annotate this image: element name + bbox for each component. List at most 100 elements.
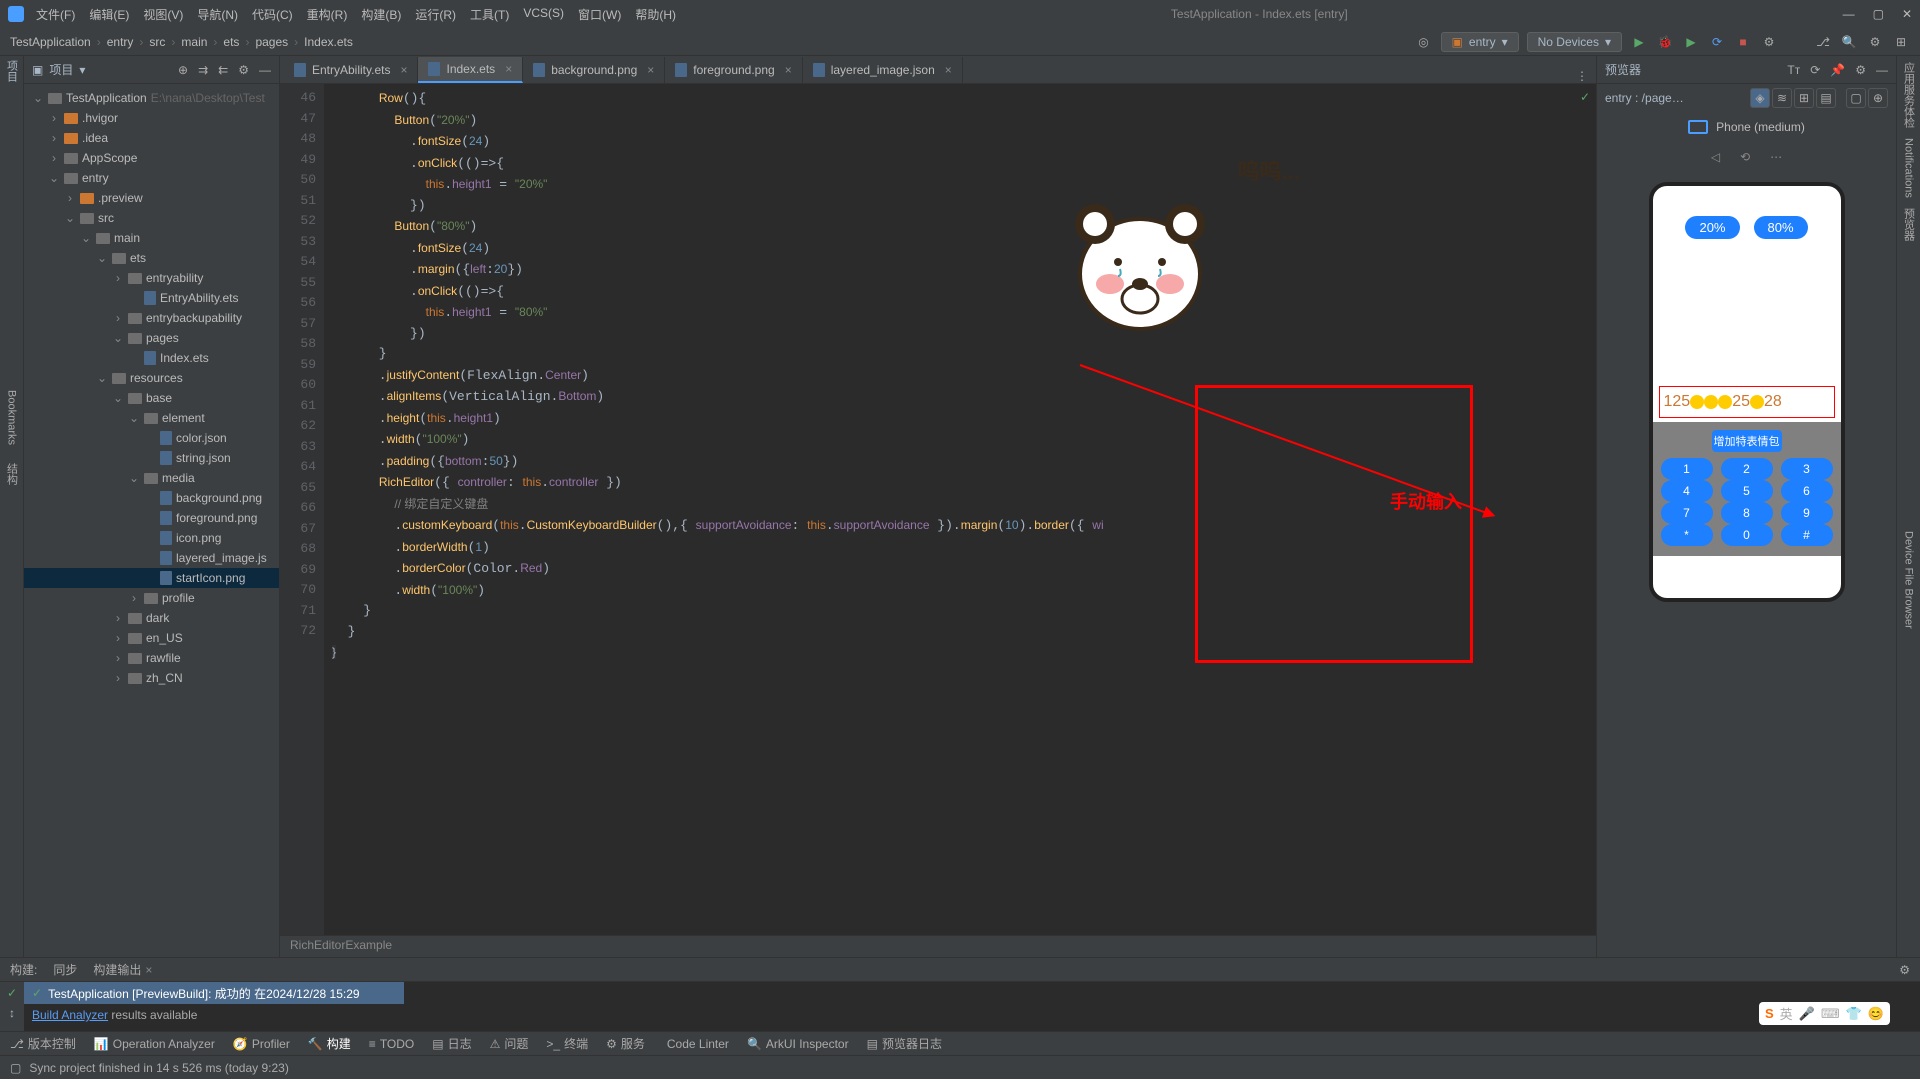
tree-row[interactable]: foreground.png [24, 508, 279, 528]
text-icon[interactable]: Tт [1787, 63, 1800, 77]
tree-row[interactable]: ⌄main [24, 228, 279, 248]
attach-icon[interactable]: ⟳ [1708, 33, 1726, 51]
back-icon[interactable]: ◁ [1711, 150, 1720, 164]
stop-icon[interactable]: ■ [1734, 33, 1752, 51]
build-analyzer-link[interactable]: Build Analyzer [32, 1008, 108, 1022]
menu-item[interactable]: 运行(R) [415, 6, 456, 23]
tree-row[interactable]: ⌄resources [24, 368, 279, 388]
kb-key[interactable]: 4 [1661, 480, 1713, 502]
tree-row[interactable]: icon.png [24, 528, 279, 548]
mode-2-icon[interactable]: ≋ [1772, 88, 1792, 108]
tree-row[interactable]: background.png [24, 488, 279, 508]
editor-tab[interactable]: layered_image.json× [803, 57, 963, 83]
menu-item[interactable]: 导航(N) [197, 6, 238, 23]
target-icon[interactable]: ◎ [1415, 33, 1433, 51]
tree-row[interactable]: ›.hvigor [24, 108, 279, 128]
menu-item[interactable]: 窗口(W) [578, 6, 621, 23]
mode-4-icon[interactable]: ▤ [1816, 88, 1836, 108]
pin-icon[interactable]: 📌 [1830, 63, 1845, 77]
bottom-tool-item[interactable]: 🧭Profiler [233, 1037, 290, 1051]
settings-icon[interactable]: ⚙ [1866, 33, 1884, 51]
tree-row[interactable]: ›zh_CN [24, 668, 279, 688]
tree-row[interactable]: ›entryability [24, 268, 279, 288]
mode-1-icon[interactable]: ◈ [1750, 88, 1770, 108]
kb-key[interactable]: 8 [1721, 502, 1773, 524]
crumb-item[interactable]: TestApplication [10, 35, 91, 49]
hide-icon[interactable]: — [1876, 63, 1888, 77]
tree-row[interactable]: ›AppScope [24, 148, 279, 168]
menu-item[interactable]: 帮助(H) [635, 6, 676, 23]
project-tool-icon[interactable]: 项目 [4, 60, 20, 82]
menu-item[interactable]: 构建(B) [361, 6, 401, 23]
tree-row[interactable]: ⌄element [24, 408, 279, 428]
bottom-tool-item[interactable]: >_终端 [546, 1035, 588, 1052]
rotate-icon[interactable]: ⟲ [1740, 150, 1750, 164]
build-tab[interactable]: 构建: [10, 961, 37, 978]
menu-item[interactable]: VCS(S) [523, 6, 564, 23]
run-config-dropdown[interactable]: ▣entry▾ [1441, 32, 1519, 52]
tab-close-icon[interactable]: × [647, 63, 654, 77]
kb-key[interactable]: 2 [1721, 458, 1773, 480]
code-breadcrumb[interactable]: RichEditorExample [280, 935, 1596, 957]
minimize-icon[interactable]: — [1843, 7, 1855, 21]
tree-row[interactable]: startIcon.png [24, 568, 279, 588]
tree-row[interactable]: layered_image.js [24, 548, 279, 568]
debug-icon[interactable]: 🐞 [1656, 33, 1674, 51]
build-gear-icon[interactable]: ⚙ [1899, 963, 1910, 977]
tree-row[interactable]: ›rawfile [24, 648, 279, 668]
menu-item[interactable]: 文件(F) [36, 6, 75, 23]
tree-row[interactable]: ›entrybackupability [24, 308, 279, 328]
kb-key[interactable]: # [1781, 524, 1833, 546]
run-icon[interactable]: ▶ [1630, 33, 1648, 51]
ime-indicator[interactable]: S 英🎤⌨👕😊 [1759, 1002, 1890, 1025]
inspection-ok-icon[interactable]: ✓ [1580, 90, 1590, 104]
kb-key[interactable]: 7 [1661, 502, 1713, 524]
editor-tab[interactable]: EntryAbility.ets× [284, 57, 418, 83]
bottom-tool-item[interactable]: ⚠问题 [490, 1035, 529, 1052]
crumb-item[interactable]: main [181, 35, 207, 49]
kb-key[interactable]: 3 [1781, 458, 1833, 480]
assistant-tool[interactable]: 应用服务体检 [1901, 62, 1917, 128]
tree-row[interactable]: Index.ets [24, 348, 279, 368]
tree-row[interactable]: ›.preview [24, 188, 279, 208]
close-icon[interactable]: ✕ [1902, 7, 1912, 21]
bottom-tool-item[interactable]: ▤日志 [432, 1035, 471, 1052]
tree-row[interactable]: ›.idea [24, 128, 279, 148]
menu-item[interactable]: 编辑(E) [89, 6, 129, 23]
sync-tab[interactable]: 同步 [53, 961, 77, 978]
tree-row[interactable]: ⌄media [24, 468, 279, 488]
tree-row[interactable]: ⌄TestApplicationE:\nana\Desktop\Test [24, 88, 279, 108]
crumb-item[interactable]: src [149, 35, 165, 49]
git-icon[interactable]: ⎇ [1814, 33, 1832, 51]
editor-tab[interactable]: background.png× [523, 57, 665, 83]
menu-item[interactable]: 工具(T) [470, 6, 509, 23]
tree-row[interactable]: ⌄base [24, 388, 279, 408]
kb-key[interactable]: * [1661, 524, 1713, 546]
menu-item[interactable]: 视图(V) [143, 6, 183, 23]
tree-row[interactable]: ›profile [24, 588, 279, 608]
hide-icon[interactable]: — [259, 63, 271, 77]
expand-icon[interactable]: ⇉ [198, 63, 208, 77]
tree-row[interactable]: string.json [24, 448, 279, 468]
build-output-tab[interactable]: 构建输出× [93, 961, 152, 978]
maximize-icon[interactable]: ▢ [1873, 7, 1884, 21]
mode-3-icon[interactable]: ⊞ [1794, 88, 1814, 108]
zoom-icon[interactable]: ⊕ [1868, 88, 1888, 108]
structure-tool[interactable]: 结构 [4, 463, 20, 485]
kb-key[interactable]: 5 [1721, 480, 1773, 502]
tree-row[interactable]: ›en_US [24, 628, 279, 648]
profiler-icon[interactable]: ⊞ [1892, 33, 1910, 51]
search-icon[interactable]: 🔍 [1840, 33, 1858, 51]
collapse-icon[interactable]: ⇇ [218, 63, 228, 77]
kb-key[interactable]: 9 [1781, 502, 1833, 524]
phone-rich-editor[interactable]: 1252528 [1659, 386, 1835, 418]
device-browser-tool[interactable]: Device File Browser [1903, 531, 1915, 629]
tree-row[interactable]: ›dark [24, 608, 279, 628]
coverage-icon[interactable]: ▶ [1682, 33, 1700, 51]
crumb-item[interactable]: entry [107, 35, 134, 49]
kb-key[interactable]: 0 [1721, 524, 1773, 546]
tree-row[interactable]: ⌄ets [24, 248, 279, 268]
bottom-tool-item[interactable]: ≡TODO [369, 1037, 414, 1051]
phone-20-button[interactable]: 20% [1685, 216, 1739, 239]
refresh-icon[interactable]: ⟳ [1810, 63, 1820, 77]
